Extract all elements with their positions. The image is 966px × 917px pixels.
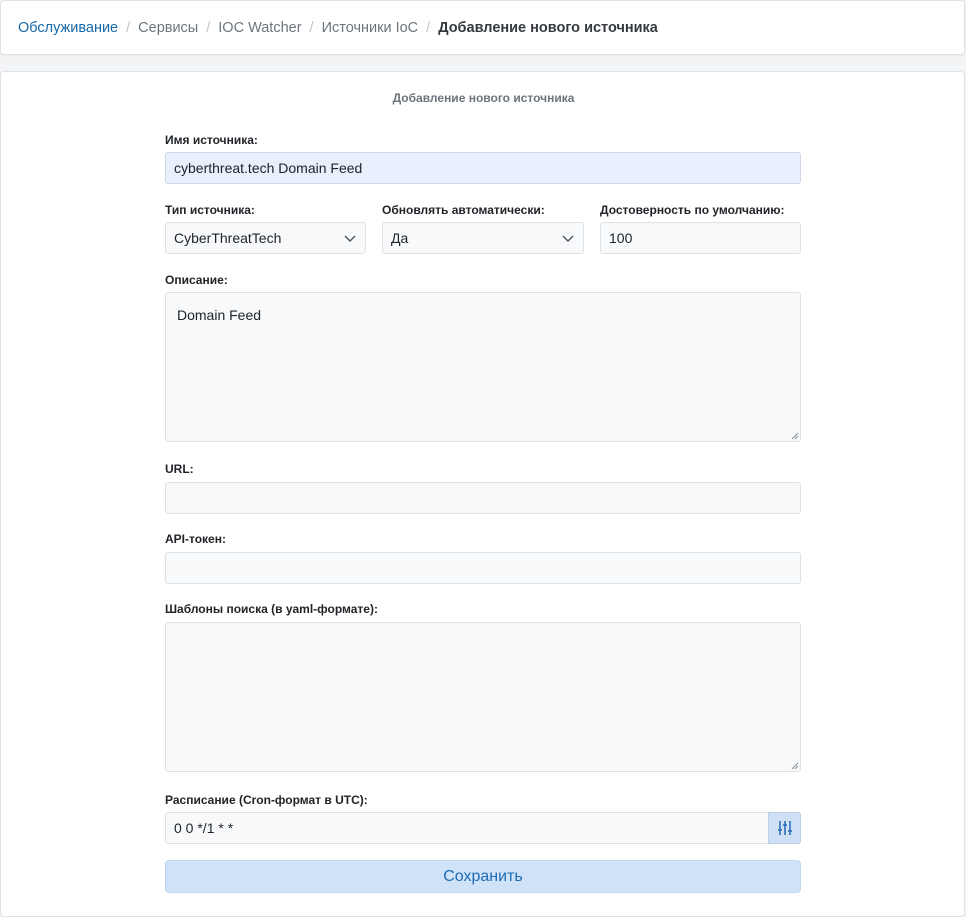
chevron-down-icon xyxy=(344,235,356,242)
breadcrumb-separator: / xyxy=(309,19,314,36)
description-value: Domain Feed xyxy=(177,307,262,323)
breadcrumb-services[interactable]: Сервисы xyxy=(138,20,198,36)
breadcrumb-separator: / xyxy=(206,19,211,36)
resize-grip-icon[interactable] xyxy=(791,762,799,770)
api-token-label: API-токен: xyxy=(165,532,226,546)
breadcrumb-ioc-watcher[interactable]: IOC Watcher xyxy=(218,20,301,36)
auto-update-select[interactable]: Да xyxy=(382,222,584,254)
form-title: Добавление нового источника xyxy=(392,91,575,105)
api-token-input[interactable] xyxy=(165,552,801,584)
confidence-value: 100 xyxy=(609,230,633,246)
source-type-label: Тип источника: xyxy=(165,203,255,217)
source-type-select[interactable]: CyberThreatTech xyxy=(165,222,366,254)
breadcrumb-maintenance[interactable]: Обслуживание xyxy=(18,20,118,36)
save-button[interactable]: Сохранить xyxy=(165,860,801,893)
schedule-value: 0 0 */1 * * xyxy=(174,820,234,836)
breadcrumb-separator: / xyxy=(126,19,131,36)
source-name-input[interactable]: cyberthreat.tech Domain Feed xyxy=(165,152,801,184)
breadcrumb-ioc-sources[interactable]: Источники IoC xyxy=(322,20,419,36)
breadcrumb: Обслуживание / Сервисы / IOC Watcher / И… xyxy=(0,0,965,55)
source-type-value: CyberThreatTech xyxy=(174,230,282,246)
confidence-label: Достоверность по умолчанию: xyxy=(600,203,785,217)
auto-update-value: Да xyxy=(391,230,409,246)
confidence-input[interactable]: 100 xyxy=(600,222,801,254)
url-label: URL: xyxy=(165,462,194,476)
auto-update-label: Обновлять автоматически: xyxy=(382,203,545,217)
breadcrumb-current: Добавление нового источника xyxy=(438,19,658,36)
cron-settings-button[interactable] xyxy=(768,812,801,844)
source-name-label: Имя источника: xyxy=(165,133,258,147)
schedule-input[interactable]: 0 0 */1 * * xyxy=(165,812,769,844)
sliders-icon xyxy=(777,821,792,835)
chevron-down-icon xyxy=(562,235,574,242)
breadcrumb-separator: / xyxy=(426,19,431,36)
add-source-form-card: Добавление нового источника Имя источник… xyxy=(0,71,965,917)
search-patterns-label: Шаблоны поиска (в yaml-формате): xyxy=(165,602,378,616)
resize-grip-icon[interactable] xyxy=(791,432,799,440)
source-name-value: cyberthreat.tech Domain Feed xyxy=(174,160,363,176)
description-textarea[interactable]: Domain Feed xyxy=(165,292,801,442)
schedule-label: Расписание (Cron-формат в UTC): xyxy=(165,793,368,807)
description-label: Описание: xyxy=(165,273,228,287)
url-input[interactable] xyxy=(165,482,801,514)
search-patterns-textarea[interactable] xyxy=(165,622,801,772)
